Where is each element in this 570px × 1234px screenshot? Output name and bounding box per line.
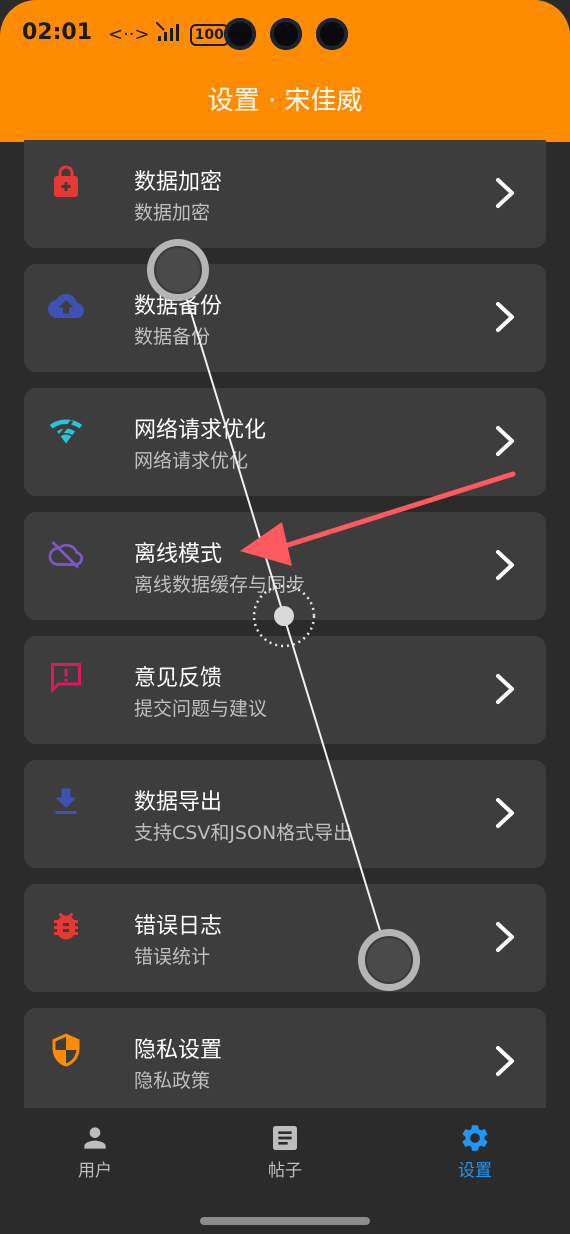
chevron-right-icon: [494, 176, 516, 210]
nav-item-users[interactable]: 用户: [35, 1122, 155, 1181]
shield-icon: [48, 1032, 84, 1068]
bottom-navigation: 用户 帖子 设置: [0, 1108, 570, 1234]
bug-icon: [48, 908, 84, 944]
settings-item-title: 隐私设置: [134, 1038, 223, 1063]
settings-item-export[interactable]: 数据导出 支持CSV和JSON格式导出: [24, 760, 546, 868]
settings-item-subtitle: 错误统计: [134, 946, 211, 968]
settings-item-subtitle: 离线数据缓存与同步: [134, 574, 306, 596]
gear-icon: [462, 1125, 488, 1151]
app-header: 02:01 <··> 100 设置 · 宋佳威: [0, 0, 570, 142]
download-icon: [48, 784, 84, 820]
settings-item-error-log[interactable]: 错误日志 错误统计: [24, 884, 546, 992]
chevron-right-icon: [494, 1044, 516, 1078]
cloud-upload-icon: [48, 288, 84, 324]
app-screen: 02:01 <··> 100 设置 · 宋佳威 数据加密 数据加密 数据备份 数…: [0, 0, 570, 1234]
chevron-right-icon: [494, 300, 516, 334]
chevron-right-icon: [494, 672, 516, 706]
nav-item-settings[interactable]: 设置: [415, 1122, 535, 1181]
lock-icon: [48, 164, 84, 200]
settings-item-title: 意见反馈: [134, 666, 223, 691]
settings-item-subtitle: 网络请求优化: [134, 450, 249, 472]
camera-cutout: [270, 18, 302, 50]
chevron-right-icon: [494, 920, 516, 954]
settings-item-title: 错误日志: [134, 914, 223, 939]
chevron-right-icon: [494, 548, 516, 582]
chevron-right-icon: [494, 424, 516, 458]
cloud-off-icon: [48, 536, 84, 572]
settings-item-title: 网络请求优化: [134, 418, 267, 443]
camera-cutout: [316, 18, 348, 50]
status-icons: <··> 100: [108, 21, 229, 47]
home-indicator[interactable]: [200, 1217, 370, 1225]
settings-item-subtitle: 数据备份: [134, 326, 211, 348]
signal-icon: [154, 21, 184, 47]
battery-indicator: 100: [189, 23, 229, 46]
settings-item-offline[interactable]: 离线模式 离线数据缓存与同步: [24, 512, 546, 620]
nav-label: 设置: [458, 1161, 492, 1181]
settings-item-subtitle: 支持CSV和JSON格式导出: [134, 822, 353, 844]
nav-label: 帖子: [268, 1161, 302, 1181]
nav-label: 用户: [78, 1161, 112, 1181]
settings-item-encryption[interactable]: 数据加密 数据加密: [24, 140, 546, 248]
settings-item-title: 数据备份: [134, 294, 223, 319]
network-activity-icon: <··>: [108, 24, 150, 45]
nav-item-posts[interactable]: 帖子: [225, 1122, 345, 1181]
settings-item-title: 数据导出: [134, 790, 223, 815]
settings-item-privacy[interactable]: 隐私设置 隐私政策: [24, 1008, 546, 1108]
article-icon: [273, 1126, 297, 1150]
settings-item-feedback[interactable]: 意见反馈 提交问题与建议: [24, 636, 546, 744]
chevron-right-icon: [494, 796, 516, 830]
feedback-icon: [48, 660, 84, 696]
status-time: 02:01: [22, 20, 93, 45]
wifi-icon: [48, 412, 84, 448]
settings-item-subtitle: 隐私政策: [134, 1070, 211, 1092]
page-title: 设置 · 宋佳威: [207, 86, 363, 116]
settings-item-title: 数据加密: [134, 170, 223, 195]
settings-item-network[interactable]: 网络请求优化 网络请求优化: [24, 388, 546, 496]
settings-item-title: 离线模式: [134, 542, 223, 567]
person-icon: [84, 1127, 106, 1149]
settings-item-subtitle: 数据加密: [134, 202, 211, 224]
camera-cutout: [224, 18, 256, 50]
settings-item-subtitle: 提交问题与建议: [134, 698, 268, 720]
settings-item-backup[interactable]: 数据备份 数据备份: [24, 264, 546, 372]
